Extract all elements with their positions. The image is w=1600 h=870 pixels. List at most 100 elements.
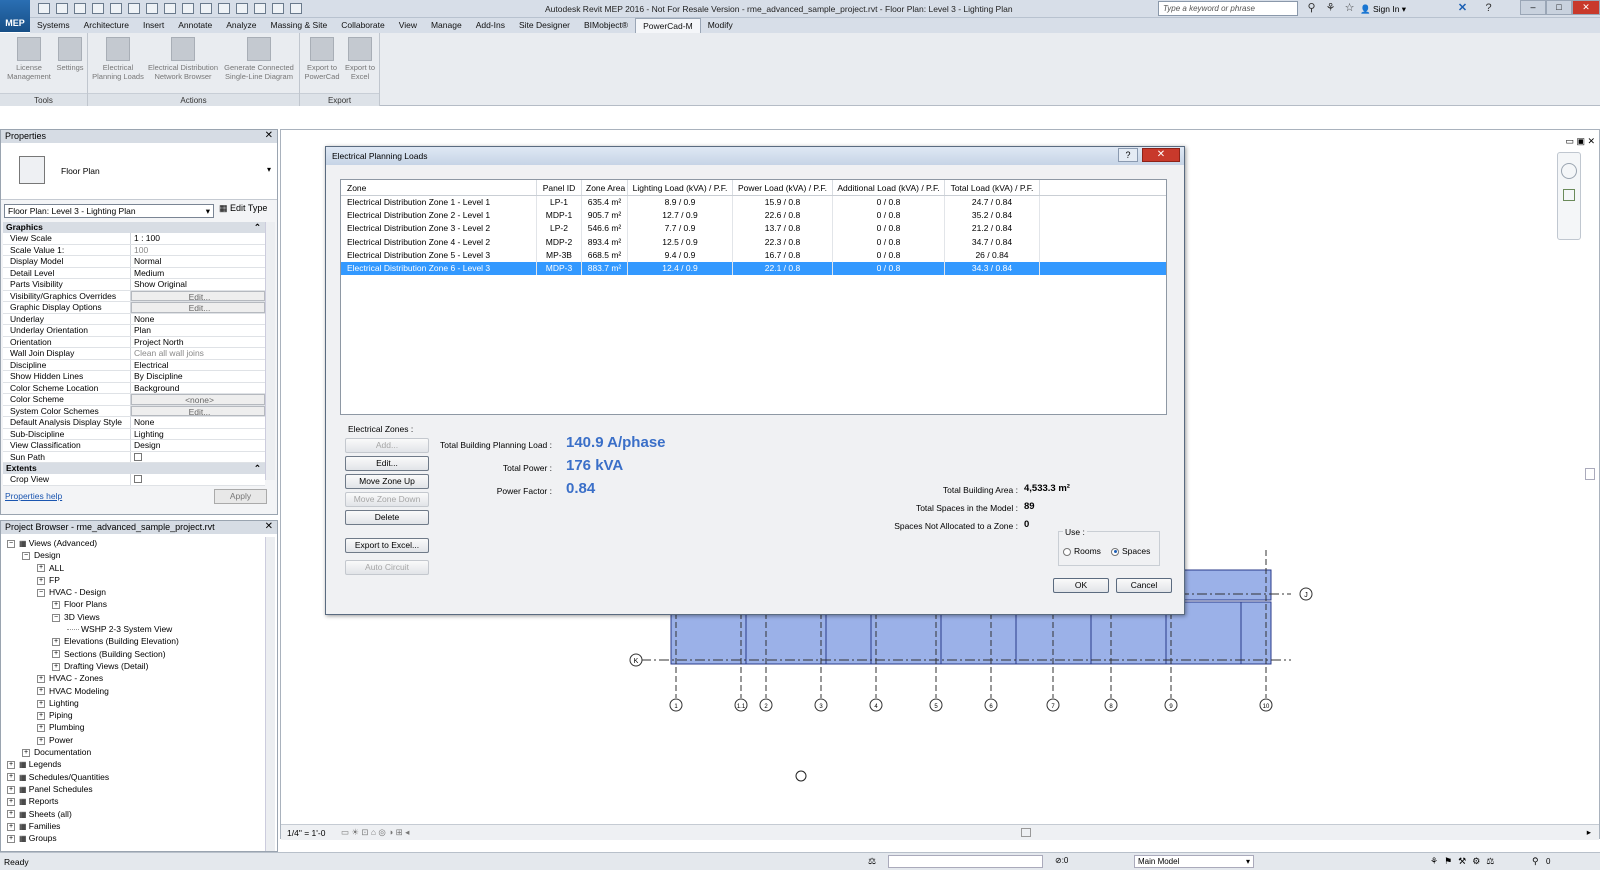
export-powercad-button[interactable]: Export to PowerCad — [302, 37, 342, 81]
table-row[interactable]: Electrical Distribution Zone 2 - Level 1… — [341, 209, 1166, 223]
move-zone-down-button[interactable]: Move Zone Down — [345, 492, 429, 507]
browser-node[interactable]: −3D Views — [3, 611, 265, 623]
browser-node[interactable]: + FP — [3, 574, 265, 586]
export-excel-button[interactable]: Export to Excel — [342, 37, 378, 81]
property-edit-button[interactable]: Edit... — [131, 302, 265, 313]
browser-node[interactable]: WSHP 2-3 System View — [3, 623, 265, 635]
vertical-scroll-thumb[interactable] — [1585, 468, 1595, 480]
auto-circuit-button[interactable]: Auto Circuit — [345, 560, 429, 575]
tag-icon[interactable] — [182, 3, 194, 14]
property-row[interactable]: Scale Value 1: 100 — [3, 244, 265, 256]
table-row[interactable]: Electrical Distribution Zone 5 - Level 3… — [341, 248, 1166, 262]
property-row[interactable]: System Color Schemes Edit... — [3, 405, 265, 417]
property-value[interactable]: Medium — [131, 267, 265, 278]
tab-view[interactable]: View — [392, 18, 424, 33]
browser-node[interactable]: + HVAC Modeling — [3, 685, 265, 697]
collapse-icon[interactable]: − — [22, 552, 30, 561]
text-icon[interactable] — [200, 3, 212, 14]
edit-type-button[interactable]: ▦ Edit Type — [219, 203, 267, 214]
browser-node[interactable]: + ▦ Panel Schedules — [3, 783, 265, 795]
property-row[interactable]: Orientation Project North — [3, 336, 265, 348]
property-row[interactable]: Color Scheme Location Background — [3, 382, 265, 394]
browser-node[interactable]: + ▦ Reports — [3, 795, 265, 807]
workset-selector[interactable] — [888, 855, 1043, 868]
tab-site-designer[interactable]: Site Designer — [512, 18, 577, 33]
3d-view-icon[interactable] — [218, 3, 230, 14]
property-row[interactable]: Underlay None — [3, 313, 265, 325]
property-row[interactable]: Crop View — [3, 474, 265, 486]
expand-icon[interactable]: + — [37, 675, 45, 684]
scroll-right-icon[interactable]: ▸ — [1587, 827, 1591, 838]
expand-icon[interactable]: + — [37, 564, 45, 573]
browser-node[interactable]: + Power — [3, 734, 265, 746]
help-search-input[interactable]: Type a keyword or phrase — [1158, 1, 1298, 16]
ok-button[interactable]: OK — [1053, 578, 1109, 593]
expand-icon[interactable]: + — [37, 699, 45, 708]
property-value[interactable]: Clean all wall joins — [131, 348, 265, 359]
browser-node[interactable]: + ALL — [3, 562, 265, 574]
zoom-icon[interactable] — [1563, 189, 1575, 201]
expand-icon[interactable]: + — [7, 822, 15, 831]
communication-icon[interactable]: ⚘ — [1324, 2, 1337, 15]
property-row[interactable]: Underlay Orientation Plan — [3, 325, 265, 337]
view-controls-icons[interactable]: ▭ ☀ ⊡ ⌂ ◎ ◑ ⊞ ◂ — [341, 827, 409, 838]
expand-icon[interactable]: + — [37, 576, 45, 585]
save-icon[interactable] — [56, 3, 68, 14]
browser-node[interactable]: + Piping — [3, 709, 265, 721]
selection-settings-icons[interactable]: ⚘⚑⚒⚙⚖ — [1430, 856, 1500, 867]
property-value[interactable]: Background — [131, 382, 265, 393]
expand-icon[interactable]: + — [7, 810, 15, 819]
property-row[interactable]: Parts Visibility Show Original — [3, 279, 265, 291]
open-icon[interactable] — [38, 3, 50, 14]
property-value[interactable]: Electrical — [131, 359, 265, 370]
single-line-diagram-button[interactable]: Generate Connected Single-Line Diagram — [220, 37, 298, 81]
property-value[interactable]: Normal — [131, 256, 265, 267]
expand-icon[interactable]: + — [52, 601, 60, 610]
table-row[interactable]: Electrical Distribution Zone 3 - Level 2… — [341, 222, 1166, 236]
property-value[interactable]: 100 — [131, 244, 265, 255]
move-zone-up-button[interactable]: Move Zone Up — [345, 474, 429, 489]
redo-icon[interactable] — [110, 3, 122, 14]
view-window-controls[interactable]: ▭ ▣ ✕ — [1565, 136, 1595, 147]
close-icon[interactable]: ✕ — [265, 521, 273, 532]
checkbox-icon[interactable] — [134, 475, 142, 483]
tab-annotate[interactable]: Annotate — [171, 18, 219, 33]
property-row[interactable]: Sun Path — [3, 451, 265, 463]
maximize-button[interactable]: □ — [1546, 0, 1572, 15]
design-option-selector[interactable]: Main Model ▾ — [1134, 855, 1254, 868]
steering-wheel-icon[interactable] — [1561, 163, 1577, 179]
column-header[interactable]: Lighting Load (kVA) / P.F. — [628, 180, 733, 195]
extents-section[interactable]: Extents ⌃ — [3, 463, 265, 474]
browser-node[interactable]: + Drafting Views (Detail) — [3, 660, 265, 672]
dimension-icon[interactable] — [164, 3, 176, 14]
expand-icon[interactable]: + — [7, 834, 15, 843]
property-value[interactable]: None — [131, 417, 265, 428]
tab-collaborate[interactable]: Collaborate — [334, 18, 391, 33]
use-rooms-radio[interactable]: Rooms — [1063, 546, 1101, 556]
expand-icon[interactable]: + — [52, 638, 60, 647]
dialog-help-button[interactable]: ? — [1118, 148, 1138, 162]
add-zone-button[interactable]: Add... — [345, 438, 429, 453]
tab-add-ins[interactable]: Add-Ins — [469, 18, 512, 33]
browser-node[interactable]: + ▦ Legends — [3, 758, 265, 770]
expand-icon[interactable]: + — [7, 797, 15, 806]
horizontal-scroll-thumb[interactable] — [1021, 828, 1031, 837]
table-row[interactable]: Electrical Distribution Zone 6 - Level 3… — [341, 261, 1166, 276]
tab-bimobject-[interactable]: BIMobject® — [577, 18, 635, 33]
delete-zone-button[interactable]: Delete — [345, 510, 429, 525]
properties-scrollbar[interactable] — [265, 222, 275, 480]
browser-node[interactable]: − Design — [3, 549, 265, 561]
browser-node[interactable]: − ▦ Views (Advanced) — [3, 537, 265, 549]
property-row[interactable]: View Scale 1 : 100 — [3, 233, 265, 245]
switch-windows-icon[interactable] — [290, 3, 302, 14]
tab-powercad-m[interactable]: PowerCad-M — [635, 18, 701, 33]
properties-help-link[interactable]: Properties help — [5, 491, 62, 501]
navigation-bar[interactable] — [1557, 152, 1581, 240]
thin-lines-icon[interactable] — [254, 3, 266, 14]
view-scale-label[interactable]: 1/4" = 1'-0 — [287, 828, 325, 838]
favorites-star-icon[interactable]: ☆ — [1343, 2, 1356, 15]
application-menu-button[interactable]: MEP — [0, 0, 30, 32]
table-row[interactable]: Electrical Distribution Zone 4 - Level 2… — [341, 235, 1166, 249]
table-row[interactable]: Electrical Distribution Zone 1 - Level 1… — [341, 196, 1166, 210]
column-header[interactable]: Additional Load (kVA) / P.F. — [833, 180, 945, 195]
